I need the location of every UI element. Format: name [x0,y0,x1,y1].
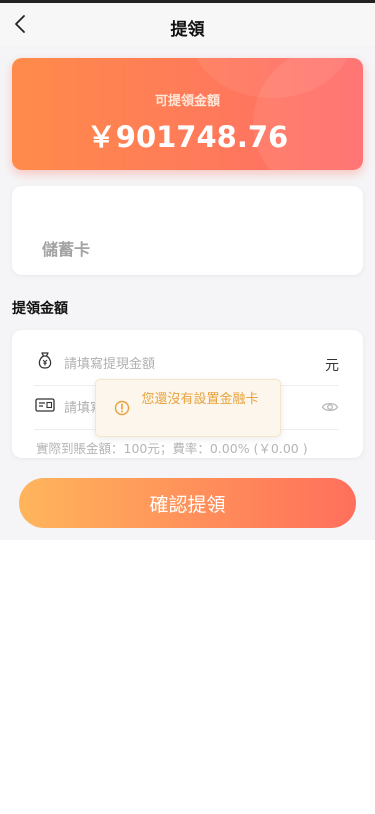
amount-unit: 元 [325,358,339,374]
withdraw-summary: 實際到賬金額：100元；費率：0.00% (￥0.00 ) [36,441,308,456]
id-card-icon [35,398,55,412]
page-title: 提領 [170,20,205,40]
page-background [0,540,375,814]
warning-toast: 您還沒有設置金融卡 [95,379,281,437]
toast-message: 您還沒有設置金融卡 [141,392,259,407]
balance-label: 可提領金額 [154,94,220,109]
balance-card: 可提領金額 ￥901748.76 [12,58,363,170]
top-nav-bar: 提領 [0,0,375,46]
balance-amount: ￥901748.76 [86,120,289,154]
amount-input[interactable] [64,352,304,376]
warning-icon [114,400,130,416]
confirm-withdraw-button[interactable]: 確認提領 [19,478,356,528]
bank-card-name: 儲蓄卡 [42,240,91,259]
money-bag-icon [38,352,52,369]
bank-card-selector[interactable]: 儲蓄卡 [12,186,363,275]
eye-icon[interactable] [321,398,339,416]
section-title: 提領金額 [12,301,68,317]
